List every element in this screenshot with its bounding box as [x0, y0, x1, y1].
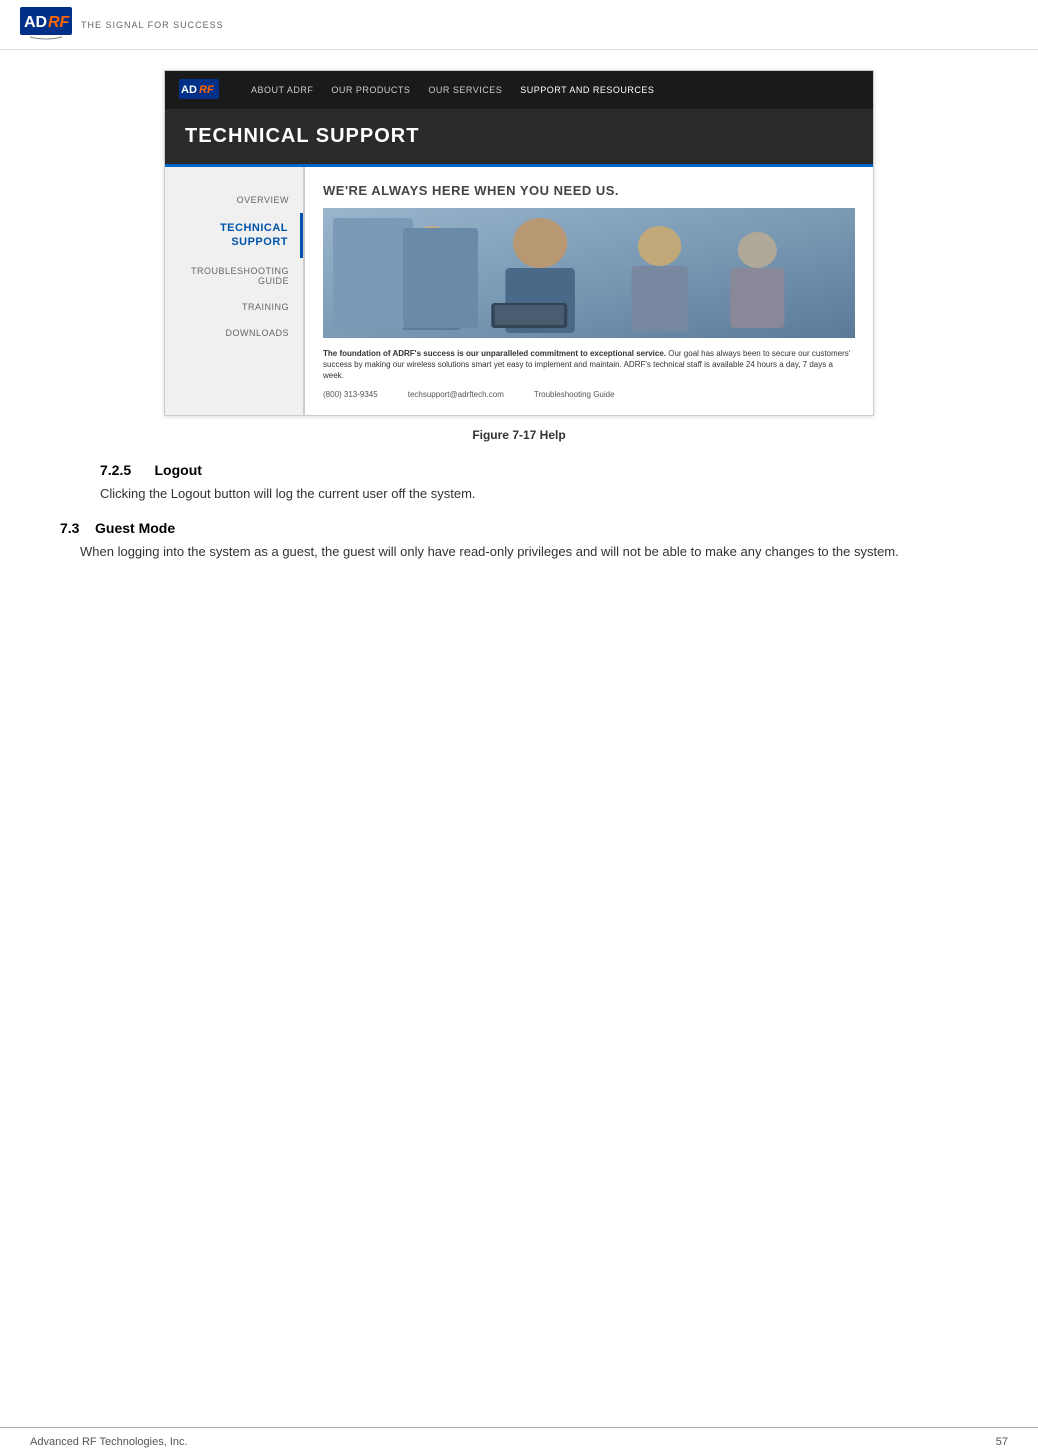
- website-screenshot: AD RF ABOUT ADRF OUR PRODUCTS OUR SERVIC…: [164, 70, 874, 416]
- nav-products[interactable]: OUR PRODUCTS: [331, 85, 410, 95]
- sidebar-item-downloads[interactable]: DOWNLOADS: [165, 320, 303, 346]
- adrf-nav-logo-icon: AD RF: [179, 79, 221, 101]
- support-photo-icon: [323, 208, 855, 338]
- sidebar-item-overview[interactable]: OVERVIEW: [165, 187, 303, 213]
- nav-links: ABOUT ADRF OUR PRODUCTS OUR SERVICES SUP…: [251, 85, 654, 95]
- nav-services[interactable]: OUR SERVICES: [428, 85, 502, 95]
- section-7-3-heading: 7.3 Guest Mode: [60, 520, 978, 536]
- nav-support[interactable]: SUPPORT AND RESOURCES: [520, 85, 654, 95]
- section-title: Logout: [154, 462, 201, 478]
- tech-support-banner: TECHNICAL SUPPORT: [165, 109, 873, 167]
- section-7-3-title: Guest Mode: [95, 520, 175, 536]
- section-7-3-number: 7.3: [60, 520, 79, 536]
- section-7-2-5-body: Clicking the Logout button will log the …: [100, 484, 978, 505]
- support-description: The foundation of ADRF's success is our …: [323, 348, 855, 382]
- adrf-small-logo: AD RF: [179, 79, 221, 101]
- section-7-3: 7.3 Guest Mode When logging into the sys…: [60, 520, 978, 563]
- support-main-panel: WE'RE ALWAYS HERE WHEN YOU NEED US.: [305, 167, 873, 415]
- description-bold: The foundation of ADRF's success is our …: [323, 349, 666, 358]
- svg-text:RF: RF: [199, 84, 214, 96]
- svg-text:AD: AD: [181, 84, 197, 96]
- phone-number[interactable]: (800) 313-9345: [323, 390, 378, 399]
- troubleshooting-link[interactable]: Troubleshooting Guide: [534, 390, 615, 399]
- adrf-nav-bar: AD RF ABOUT ADRF OUR PRODUCTS OUR SERVIC…: [165, 71, 873, 109]
- sidebar-item-technical-support[interactable]: TECHNICALSUPPORT: [165, 213, 303, 258]
- tech-support-title: TECHNICAL SUPPORT: [185, 125, 419, 147]
- nav-about[interactable]: ABOUT ADRF: [251, 85, 313, 95]
- footer-page-number: 57: [996, 1436, 1008, 1448]
- svg-text:RF: RF: [48, 14, 71, 31]
- svg-text:AD: AD: [24, 14, 47, 31]
- section-7-2-5-heading: 7.2.5 Logout: [100, 462, 978, 478]
- page-footer: Advanced RF Technologies, Inc. 57: [0, 1427, 1038, 1456]
- page-header: AD RF THE SIGNAL FOR SUCCESS: [0, 0, 1038, 50]
- company-logo: AD RF THE SIGNAL FOR SUCCESS: [20, 7, 224, 43]
- content-area: OVERVIEW TECHNICALSUPPORT TROUBLESHOOTIN…: [165, 167, 873, 415]
- main-content: AD RF ABOUT ADRF OUR PRODUCTS OUR SERVIC…: [0, 50, 1038, 595]
- section-number: 7.2.5: [100, 462, 131, 478]
- company-tagline: THE SIGNAL FOR SUCCESS: [81, 20, 224, 30]
- section-7-3-body: When logging into the system as a guest,…: [80, 542, 978, 563]
- footer-company: Advanced RF Technologies, Inc.: [30, 1436, 188, 1448]
- contact-row: (800) 313-9345 techsupport@adrftech.com …: [323, 390, 855, 399]
- sidebar-item-troubleshooting[interactable]: TROUBLESHOOTINGGUIDE: [165, 258, 303, 294]
- support-tagline: WE'RE ALWAYS HERE WHEN YOU NEED US.: [323, 183, 855, 198]
- adrf-logo-icon: AD RF: [20, 7, 75, 43]
- figure-caption: Figure 7-17 Help: [60, 428, 978, 442]
- left-sidebar: OVERVIEW TECHNICALSUPPORT TROUBLESHOOTIN…: [165, 167, 305, 415]
- section-7-2-5: 7.2.5 Logout Clicking the Logout button …: [60, 462, 978, 505]
- support-image: [323, 208, 855, 338]
- email-address[interactable]: techsupport@adrftech.com: [408, 390, 504, 399]
- sidebar-item-training[interactable]: TRAINING: [165, 294, 303, 320]
